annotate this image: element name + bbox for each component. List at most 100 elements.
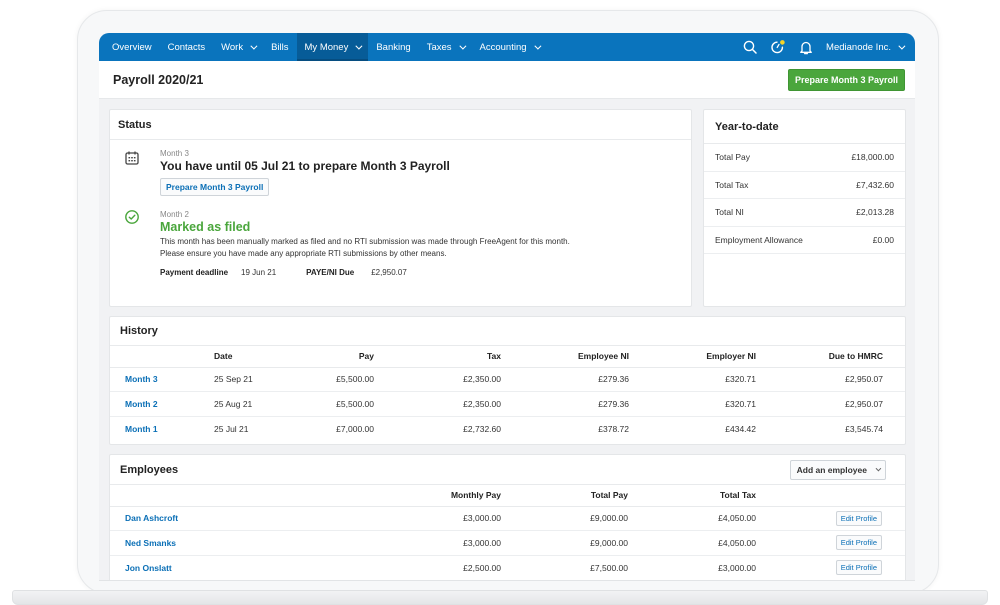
employer-ni-cell: £320.71 [629, 391, 756, 417]
page-title: Payroll 2020/21 [113, 72, 204, 87]
column-header-total-pay: Total Pay [501, 485, 628, 507]
chevron-down-icon [898, 42, 906, 50]
employees-card: Employees Add an employee Monthly Pay To… [109, 454, 906, 580]
timer-icon[interactable] [764, 33, 792, 61]
ytd-value: £0.00 [872, 234, 894, 245]
spacer [883, 391, 905, 417]
chevron-down-icon [875, 465, 882, 471]
employer-ni-cell: £320.71 [629, 367, 756, 392]
ytd-row: Total NI £2,013.28 [704, 199, 905, 227]
prepare-payroll-button[interactable]: Prepare Month 3 Payroll [787, 68, 905, 91]
nav-work[interactable]: Work [213, 33, 263, 61]
column-header-due-to-hmrc: Due to HMRC [756, 346, 883, 368]
deadline-heading: You have until 05 Jul 21 to prepare Mont… [160, 159, 450, 173]
prepare-payroll-inline-button[interactable]: Prepare Month 3 Payroll [160, 178, 270, 196]
pay-cell: £7,000.00 [336, 423, 374, 434]
page-header: Payroll 2020/21 Prepare Month 3 Payroll [99, 61, 915, 99]
total-pay-cell: £9,000.00 [501, 530, 628, 556]
total-pay-cell: £7,500.00 [590, 562, 628, 573]
spacer [882, 506, 905, 531]
column-header-employer-ni: Employer NI [629, 346, 756, 368]
nav-label: My Money [304, 41, 349, 53]
tax-cell: £2,350.00 [374, 367, 501, 392]
employer-ni-cell: £434.42 [725, 423, 756, 434]
table-row: Month 1 25 Jul 21 £7,000.00 £2,732.60 £3… [110, 416, 905, 441]
top-navigation: Overview Contacts Work Bills My Money Ba… [99, 33, 915, 61]
nav-label: Bills [271, 41, 289, 53]
date-cell: 25 Aug 21 [214, 391, 284, 417]
add-employee-dropdown[interactable]: Add an employee [789, 459, 886, 480]
check-circle-icon [124, 209, 140, 230]
current-month-status: Month 3 You have until 05 Jul 21 to prep… [110, 149, 691, 196]
company-switcher[interactable]: Medianode Inc. [820, 33, 915, 61]
column-header-pay: Pay [284, 346, 374, 368]
spacer [882, 530, 905, 556]
monthly-pay-cell: £3,000.00 [374, 530, 501, 556]
spacer [883, 367, 905, 392]
tax-cell: £2,732.60 [463, 423, 501, 434]
app-screen: Overview Contacts Work Bills My Money Ba… [99, 33, 915, 581]
spacer [883, 416, 905, 441]
column-header-date: Date [214, 346, 284, 368]
total-tax-cell: £4,050.00 [628, 506, 756, 531]
bell-icon[interactable] [792, 33, 820, 61]
chevron-down-icon [355, 42, 363, 50]
nav-taxes[interactable]: Taxes [419, 33, 472, 61]
ytd-row: Total Pay £18,000.00 [704, 144, 905, 172]
pay-cell: £5,500.00 [284, 391, 374, 417]
paye-ni-due-value: £2,950.07 [371, 268, 407, 277]
edit-profile-button[interactable]: Edit Profile [835, 560, 882, 575]
employee-name-link[interactable]: Ned Smanks [125, 538, 176, 548]
nav-bills[interactable]: Bills [263, 33, 296, 61]
month-link[interactable]: Month 1 [125, 424, 158, 434]
nav-my-money[interactable]: My Money [296, 33, 369, 61]
table-row: Month 3 25 Sep 21 £5,500.00 £2,350.00 £2… [110, 367, 905, 392]
employee-name-link[interactable]: Jon Onslatt [125, 563, 172, 573]
payment-details: Payment deadline 19 Jun 21 PAYE/NI Due £… [160, 268, 691, 277]
ytd-row: Employment Allowance £0.00 [704, 227, 905, 254]
month-link[interactable]: Month 2 [125, 399, 158, 409]
nav-banking[interactable]: Banking [368, 33, 418, 61]
status-card: Status Month 3 You have until 05 Jul 21 … [109, 109, 692, 307]
year-to-date-card: Year-to-date Total Pay £18,000.00 Total T… [703, 109, 906, 307]
monthly-pay-cell: £3,000.00 [374, 506, 501, 531]
monthly-pay-cell: £2,500.00 [463, 562, 501, 573]
edit-profile-button[interactable]: Edit Profile [835, 510, 882, 526]
filed-heading: Marked as filed [160, 220, 251, 234]
nav-label: Banking [376, 41, 411, 53]
search-icon[interactable] [736, 33, 764, 61]
date-cell: 25 Sep 21 [214, 367, 284, 392]
total-pay-cell: £9,000.00 [501, 506, 628, 531]
ytd-label: Total Tax [715, 179, 749, 190]
ytd-label: Employment Allowance [715, 234, 803, 245]
nav-label: Taxes [426, 41, 452, 53]
column-header [110, 485, 374, 507]
nav-contacts[interactable]: Contacts [160, 33, 214, 61]
tax-cell: £2,350.00 [374, 391, 501, 417]
month-label: Month 3 [160, 149, 189, 158]
previous-month-status: Month 2 Marked as filed This month has b… [110, 210, 691, 277]
payment-deadline-value: 19 Jun 21 [241, 268, 277, 277]
employee-name-link[interactable]: Dan Ashcroft [125, 513, 178, 523]
chevron-down-icon [458, 42, 466, 50]
column-header [110, 346, 214, 368]
date-cell: 25 Jul 21 [214, 423, 249, 434]
month-link[interactable]: Month 3 [125, 374, 158, 384]
table-row: Dan Ashcroft £3,000.00 £9,000.00 £4,050.… [110, 506, 905, 531]
employees-table: Monthly Pay Total Pay Total Tax Dan Ashc… [110, 485, 905, 580]
payment-deadline-label: Payment deadline [160, 268, 229, 277]
pay-cell: £5,500.00 [284, 367, 374, 392]
nav-utilities: Medianode Inc. [736, 33, 915, 61]
edit-profile-button[interactable]: Edit Profile [835, 535, 882, 551]
chevron-down-icon [250, 42, 258, 50]
nav-accounting[interactable]: Accounting [472, 33, 547, 61]
nav-label: Contacts [167, 41, 206, 53]
employee-ni-cell: £279.36 [501, 367, 629, 392]
nav-overview[interactable]: Overview [104, 33, 160, 61]
laptop-base [12, 590, 988, 605]
employees-header-row: Monthly Pay Total Pay Total Tax [110, 485, 905, 507]
spacer [883, 346, 905, 368]
history-table: Date Pay Tax Employee NI Employer NI Due… [110, 346, 905, 441]
table-row: Ned Smanks £3,000.00 £9,000.00 £4,050.00… [110, 530, 905, 556]
month-label: Month 2 [160, 210, 189, 219]
